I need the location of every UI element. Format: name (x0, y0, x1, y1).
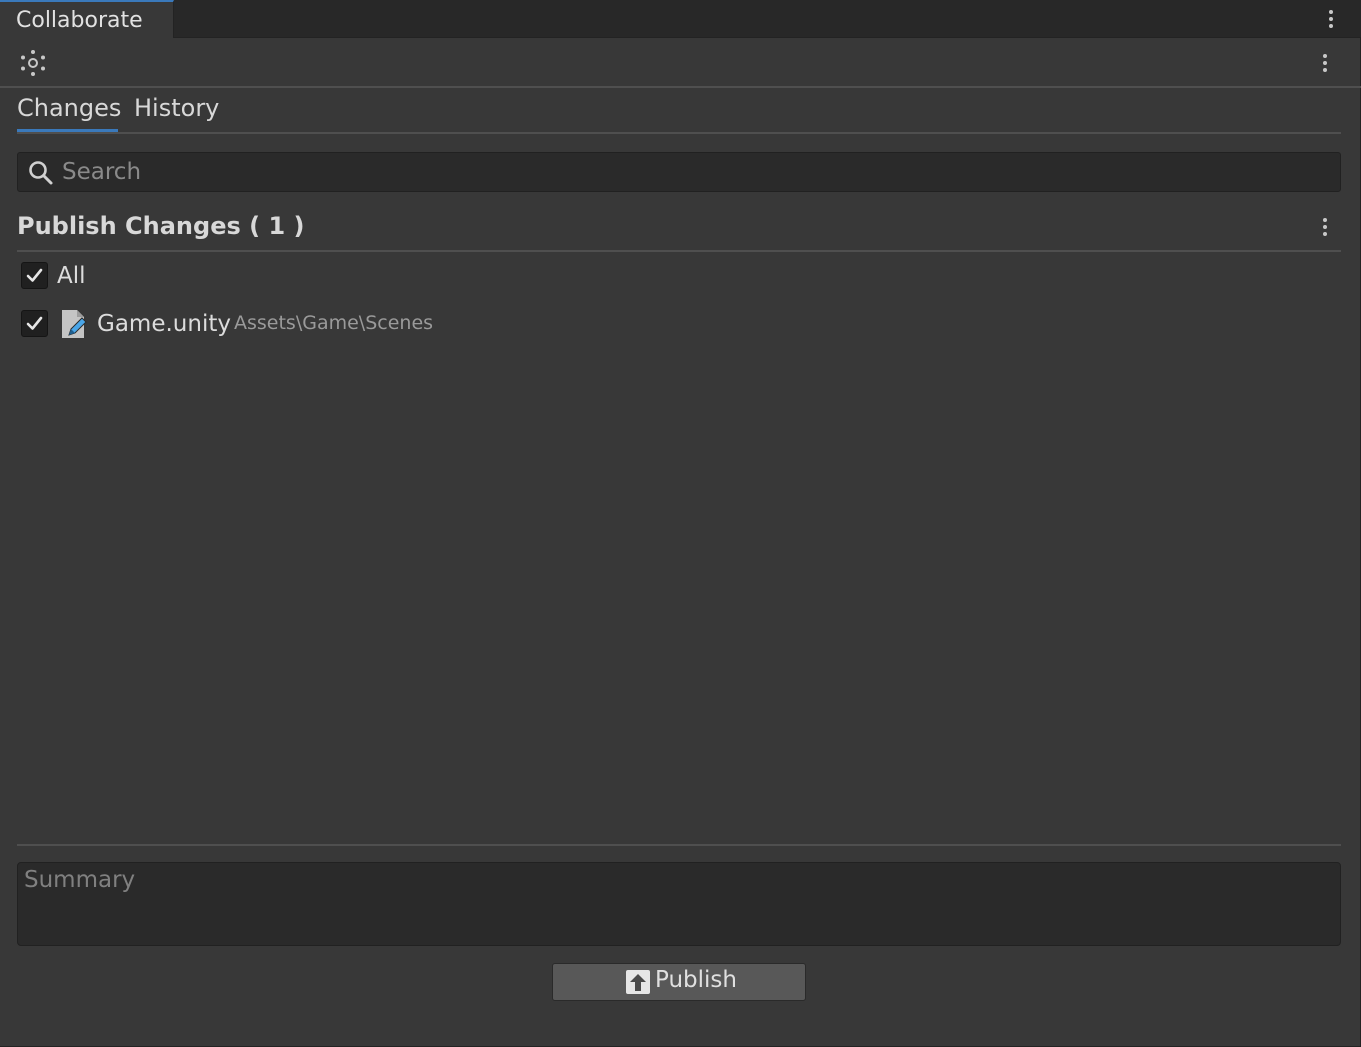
search-icon (29, 161, 53, 185)
collab-services-icon[interactable] (18, 48, 48, 78)
file-path: Assets\Game\Scenes (234, 312, 434, 334)
publish-label: Publish (655, 967, 737, 993)
divider (17, 844, 1341, 846)
file-name: Game.unity (97, 311, 231, 337)
checkmark-icon (26, 316, 43, 330)
window-tab-label: Collaborate (16, 8, 143, 33)
toolbar-menu-icon[interactable] (1315, 48, 1335, 78)
search-bar (17, 152, 1341, 192)
upload-arrow-icon (626, 970, 650, 994)
collaborate-window: Collaborate Changes History Search Publi… (0, 0, 1361, 1047)
section-menu-icon[interactable] (1315, 212, 1335, 242)
search-input[interactable] (60, 157, 1320, 187)
publish-button[interactable]: Publish (552, 963, 806, 1001)
publish-changes-header: Publish Changes ( 1 ) (17, 204, 1341, 252)
item-checkbox[interactable] (21, 310, 48, 337)
section-title: Publish Changes ( 1 ) (17, 212, 305, 240)
edited-file-icon (62, 310, 87, 338)
window-tab-collaborate[interactable]: Collaborate (0, 0, 174, 38)
summary-field[interactable] (17, 862, 1341, 946)
view-tabs: Changes History (17, 88, 1341, 134)
window-menu-icon[interactable] (1321, 4, 1341, 34)
window-tab-strip: Collaborate (0, 0, 1361, 38)
checkmark-icon (26, 268, 43, 282)
select-all-label: All (57, 263, 86, 289)
toolbar (0, 38, 1361, 88)
tab-changes[interactable]: Changes (17, 94, 121, 132)
tab-history[interactable]: History (134, 94, 224, 132)
select-all-checkbox[interactable] (21, 262, 48, 289)
